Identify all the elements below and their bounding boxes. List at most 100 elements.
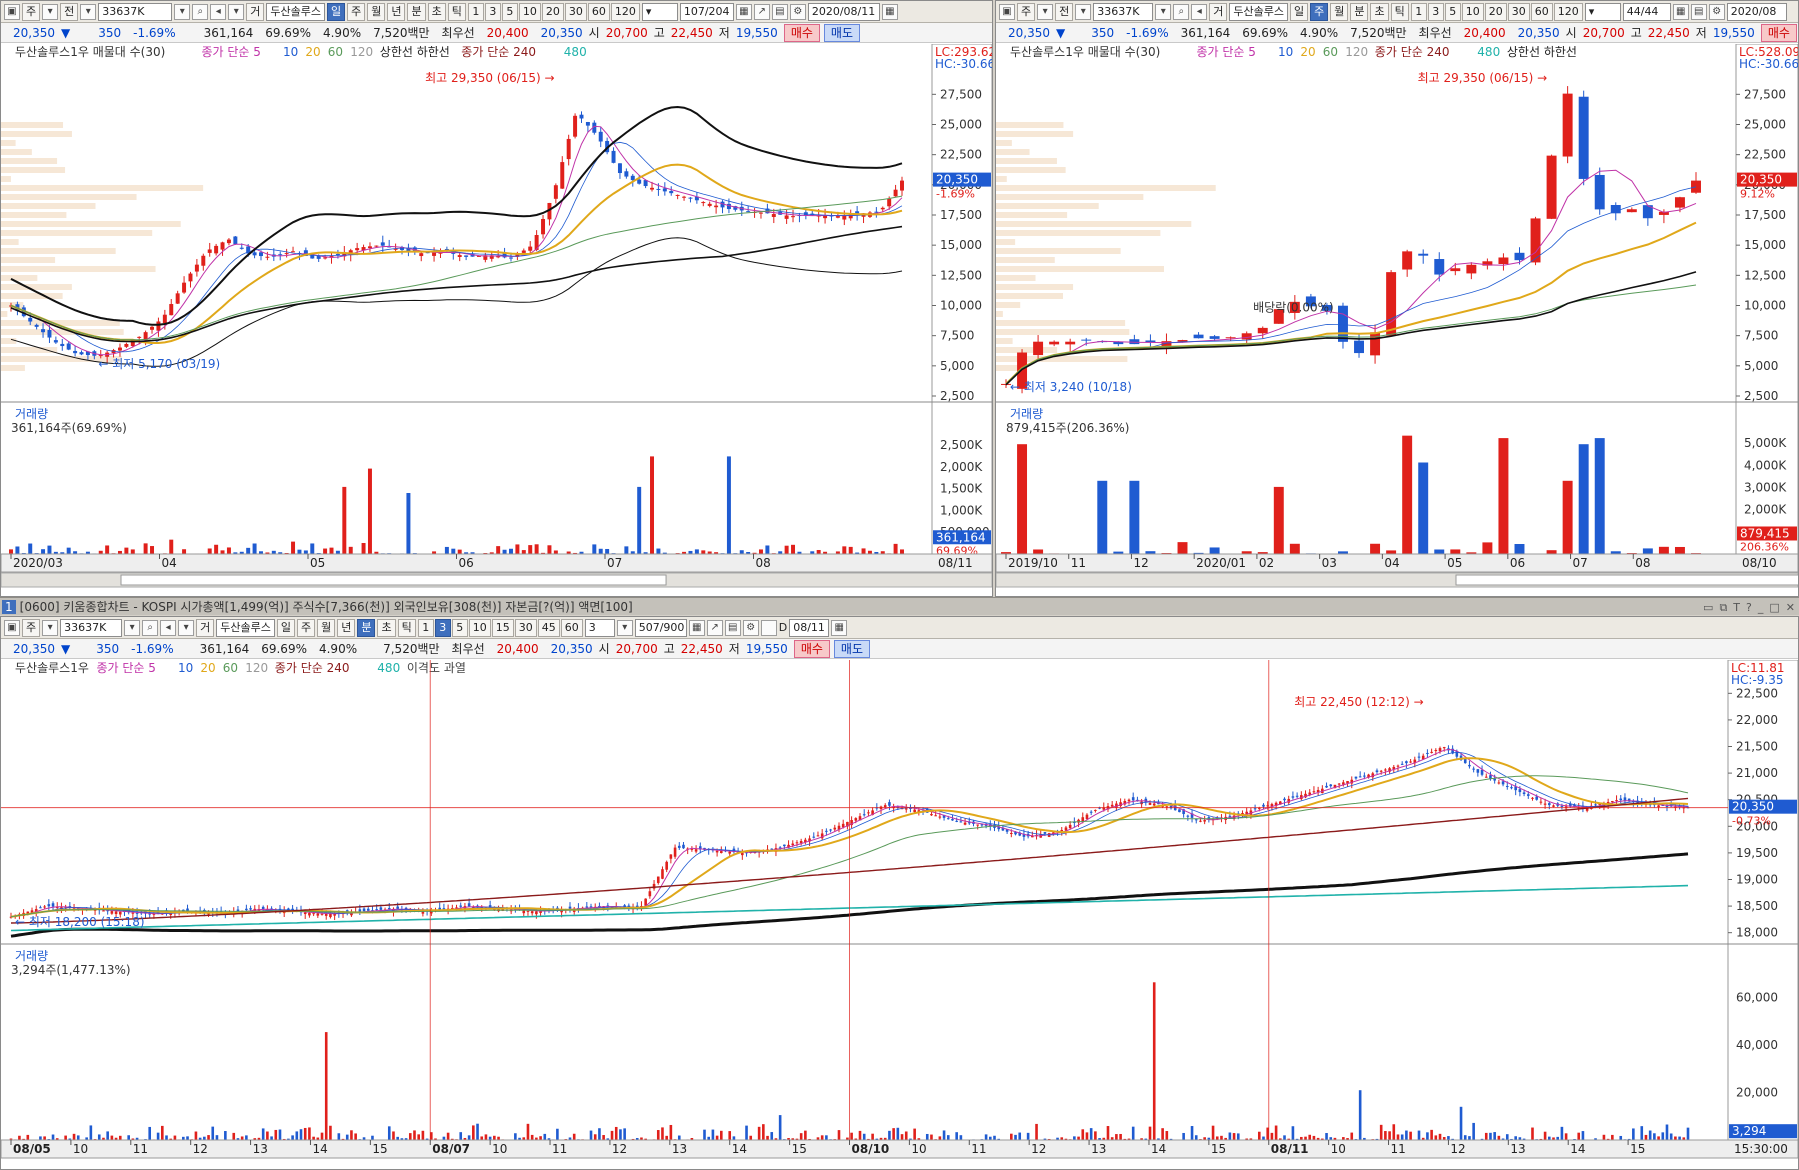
window-icon[interactable]: ▣ <box>4 3 20 20</box>
buy-button[interactable]: 매수 <box>793 639 830 658</box>
save-icon[interactable]: ▤ <box>1690 3 1707 20</box>
help-icon[interactable]: ? <box>1746 601 1752 615</box>
period-button-10[interactable]: 10 <box>518 2 541 21</box>
period-week[interactable]: 주 <box>296 618 316 637</box>
period-button-5[interactable]: 5 <box>501 2 518 21</box>
sound-icon[interactable]: ◂ <box>1191 3 1208 20</box>
period-button-30[interactable]: 30 <box>564 2 587 21</box>
period-button-3[interactable]: 3 <box>1427 2 1444 21</box>
interval-select[interactable]: ▾ <box>1584 2 1621 21</box>
interval-select[interactable]: ▾ <box>641 2 678 21</box>
period-button-60[interactable]: 60 <box>1530 2 1553 21</box>
chevron-down-icon[interactable]: ▾ <box>228 3 245 20</box>
period-button-1[interactable]: 1 <box>467 2 484 21</box>
period-minute[interactable]: 분 <box>1350 2 1369 21</box>
weekly-chart[interactable]: 두산솔루스1우 매물대 수(30) 종가 단순 5 10 20 60 120 종가 단순 2… <box>996 44 1798 592</box>
sell-button[interactable]: 매도 <box>823 23 860 42</box>
period-minute[interactable]: 분 <box>407 2 426 21</box>
sound-icon[interactable]: ◂ <box>210 3 227 20</box>
period-second[interactable]: 초 <box>1370 2 1389 21</box>
chevron-down-icon[interactable]: ▾ <box>1037 3 1054 20</box>
period-button-20[interactable]: 20 <box>541 2 564 21</box>
period-second[interactable]: 초 <box>377 618 396 637</box>
chevron-down-icon[interactable]: ▾ <box>174 3 191 20</box>
checkbox-icon[interactable] <box>760 619 777 636</box>
sound-icon[interactable]: ◂ <box>160 619 177 636</box>
period-day[interactable]: 일 <box>326 2 346 21</box>
date-field[interactable]: 2020/08/11 <box>807 2 880 21</box>
date-field[interactable]: 08/11 <box>789 618 830 637</box>
period-button-30[interactable]: 30 <box>1507 2 1530 21</box>
chevron-down-icon[interactable]: ▾ <box>616 619 633 636</box>
period-button-45[interactable]: 45 <box>537 618 560 637</box>
draw-icon[interactable]: ↗ <box>753 3 770 20</box>
period-second[interactable]: 초 <box>427 2 446 21</box>
period-day[interactable]: 일 <box>1289 2 1309 21</box>
scope-select[interactable]: 전 <box>60 2 79 21</box>
date-field[interactable]: 2020/08 <box>1726 2 1787 21</box>
search-icon[interactable]: ⌕ <box>142 619 159 636</box>
period-button-5[interactable]: 5 <box>1444 2 1461 21</box>
market-select[interactable]: 주 <box>22 618 41 637</box>
grid-icon[interactable]: ▦ <box>688 619 705 636</box>
period-button-15[interactable]: 15 <box>491 618 514 637</box>
sell-button[interactable]: 매도 <box>833 639 870 658</box>
period-tick[interactable]: 틱 <box>397 618 416 637</box>
close-icon[interactable]: ✕ <box>1786 601 1795 615</box>
gear-icon[interactable]: ⚙ <box>742 619 759 636</box>
period-button-30[interactable]: 30 <box>514 618 537 637</box>
window-icon[interactable]: ▣ <box>4 619 20 636</box>
code-input[interactable]: 33637K <box>60 618 123 637</box>
period-button-60[interactable]: 60 <box>587 2 610 21</box>
period-button-120[interactable]: 120 <box>1553 2 1583 21</box>
search-icon[interactable]: ⌕ <box>192 3 209 20</box>
interval-field[interactable]: 3 <box>584 618 615 637</box>
period-minute[interactable]: 분 <box>357 618 376 637</box>
minute-chart[interactable]: 두산솔루스1우 종가 단순 5 10 20 60 120 종가 단순 240 480 이격도 과… <box>1 660 1798 1170</box>
gear-icon[interactable]: ⚙ <box>1708 3 1725 20</box>
period-week[interactable]: 주 <box>1310 2 1329 21</box>
grid-icon[interactable]: ▦ <box>735 3 752 20</box>
period-button-120[interactable]: 120 <box>610 2 640 21</box>
chevron-down-icon[interactable]: ▾ <box>1155 3 1172 20</box>
restore-icon[interactable]: ▭ <box>1703 601 1713 615</box>
save-icon[interactable]: ▤ <box>771 3 788 20</box>
daily-chart[interactable]: 두산솔루스1우 매물대 수(30) 종가 단순 5 10 20 60 120 상한선 하한선… <box>1 44 992 592</box>
code-input[interactable]: 33637K <box>1093 2 1154 21</box>
period-year[interactable]: 년 <box>387 2 406 21</box>
period-button-3[interactable]: 3 <box>434 618 451 637</box>
gear-icon[interactable]: ⚙ <box>789 3 806 20</box>
period-button-20[interactable]: 20 <box>1484 2 1507 21</box>
chevron-down-icon[interactable]: ▾ <box>42 3 59 20</box>
period-button-5[interactable]: 5 <box>451 618 468 637</box>
tile-icon[interactable]: ⧉ <box>1719 601 1727 615</box>
period-day[interactable]: 일 <box>276 618 295 637</box>
chevron-down-icon[interactable]: ▾ <box>42 619 59 636</box>
period-month[interactable]: 월 <box>317 618 336 637</box>
chevron-down-icon[interactable]: ▾ <box>124 619 141 636</box>
period-month[interactable]: 월 <box>367 2 386 21</box>
period-tick[interactable]: 틱 <box>447 2 466 21</box>
save-icon[interactable]: ▤ <box>724 619 741 636</box>
period-button-10[interactable]: 10 <box>1461 2 1484 21</box>
market-select[interactable]: 주 <box>1017 2 1036 21</box>
chevron-down-icon[interactable]: ▾ <box>1075 3 1092 20</box>
group-button[interactable]: 거 <box>246 2 265 21</box>
scope-select[interactable]: 전 <box>1055 2 1074 21</box>
market-select[interactable]: 주 <box>22 2 41 21</box>
period-button-10[interactable]: 10 <box>468 618 491 637</box>
buy-button[interactable]: 매수 <box>1760 23 1797 42</box>
draw-icon[interactable]: ↗ <box>706 619 723 636</box>
code-input[interactable]: 33637K <box>98 2 173 21</box>
group-button[interactable]: 거 <box>196 618 215 637</box>
calendar-icon[interactable]: ▦ <box>831 619 848 636</box>
chevron-down-icon[interactable]: ▾ <box>80 3 97 20</box>
period-year[interactable]: 년 <box>337 618 356 637</box>
calendar-icon[interactable]: ▦ <box>881 3 898 20</box>
period-tick[interactable]: 틱 <box>1390 2 1409 21</box>
period-button-3[interactable]: 3 <box>484 2 501 21</box>
window-icon[interactable]: ▣ <box>999 3 1015 20</box>
period-button-1[interactable]: 1 <box>417 618 434 637</box>
grid-icon[interactable]: ▦ <box>1672 3 1689 20</box>
text-icon[interactable]: T <box>1733 601 1740 615</box>
